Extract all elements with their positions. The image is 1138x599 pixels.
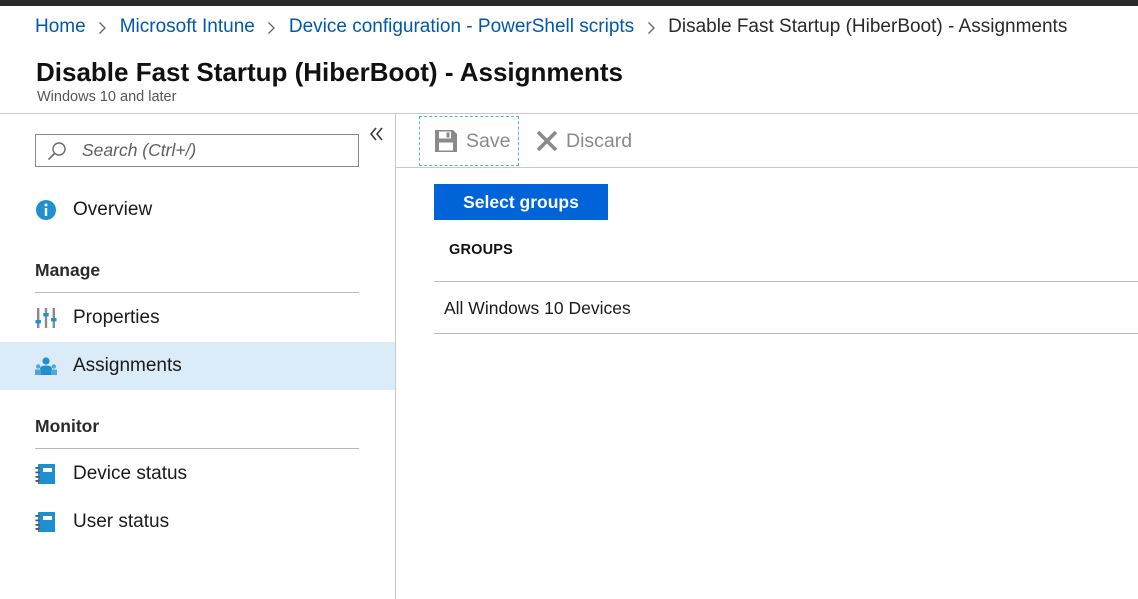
sidebar-item-label: Properties (73, 307, 160, 328)
sidebar-item-assignments[interactable]: Assignments (0, 342, 395, 390)
breadcrumb-home[interactable]: Home (35, 16, 86, 38)
notebook-icon (35, 464, 55, 484)
table-row[interactable]: All Windows 10 Devices (434, 282, 1138, 334)
breadcrumb-powershell-scripts[interactable]: Device configuration - PowerShell script… (289, 16, 634, 38)
section-heading-monitor: Monitor (35, 416, 100, 436)
chevron-right-icon (255, 19, 289, 36)
sidebar-item-label: Assignments (73, 355, 182, 376)
sliders-icon (35, 308, 57, 328)
discard-label: Discard (566, 129, 633, 152)
sidebar: Overview Manage Properties Assignments M… (0, 114, 396, 599)
search-box[interactable] (35, 134, 359, 167)
toolbar-divider (396, 167, 1138, 168)
groups-column-header: GROUPS (449, 242, 514, 258)
search-input[interactable] (82, 140, 342, 161)
sidebar-item-label: Overview (73, 199, 153, 220)
breadcrumb-intune[interactable]: Microsoft Intune (120, 16, 255, 38)
notebook-icon (35, 512, 55, 532)
save-button[interactable]: Save (419, 116, 519, 166)
command-bar: Save Discard (396, 114, 1138, 167)
table-row-divider (434, 333, 1138, 334)
search-icon (47, 141, 66, 160)
sidebar-divider (395, 114, 396, 599)
section-divider (35, 448, 359, 449)
info-icon (36, 200, 56, 220)
double-chevron-left-icon[interactable] (367, 124, 387, 144)
chevron-right-icon (634, 19, 668, 36)
select-groups-button[interactable]: Select groups (434, 184, 608, 220)
close-icon (536, 130, 558, 152)
chevron-right-icon (86, 19, 120, 36)
assignments-icon (35, 357, 57, 375)
save-label: Save (466, 129, 511, 152)
group-name: All Windows 10 Devices (444, 297, 631, 318)
breadcrumb: Home Microsoft Intune Device configurati… (35, 14, 1067, 40)
save-icon (435, 130, 457, 152)
sidebar-item-overview[interactable]: Overview (0, 186, 395, 234)
discard-button[interactable]: Discard (536, 116, 632, 166)
breadcrumb-current: Disable Fast Startup (HiberBoot) - Assig… (668, 16, 1068, 37)
page-title: Disable Fast Startup (HiberBoot) - Assig… (36, 57, 623, 87)
sidebar-item-label: User status (73, 511, 170, 532)
section-heading-manage: Manage (35, 260, 101, 280)
sidebar-item-properties[interactable]: Properties (0, 294, 395, 342)
page-subtitle: Windows 10 and later (37, 89, 177, 105)
top-bar (0, 0, 1138, 6)
sidebar-item-user-status[interactable]: User status (0, 498, 395, 546)
section-divider (35, 292, 359, 293)
sidebar-item-label: Device status (73, 463, 188, 484)
sidebar-item-device-status[interactable]: Device status (0, 450, 395, 498)
